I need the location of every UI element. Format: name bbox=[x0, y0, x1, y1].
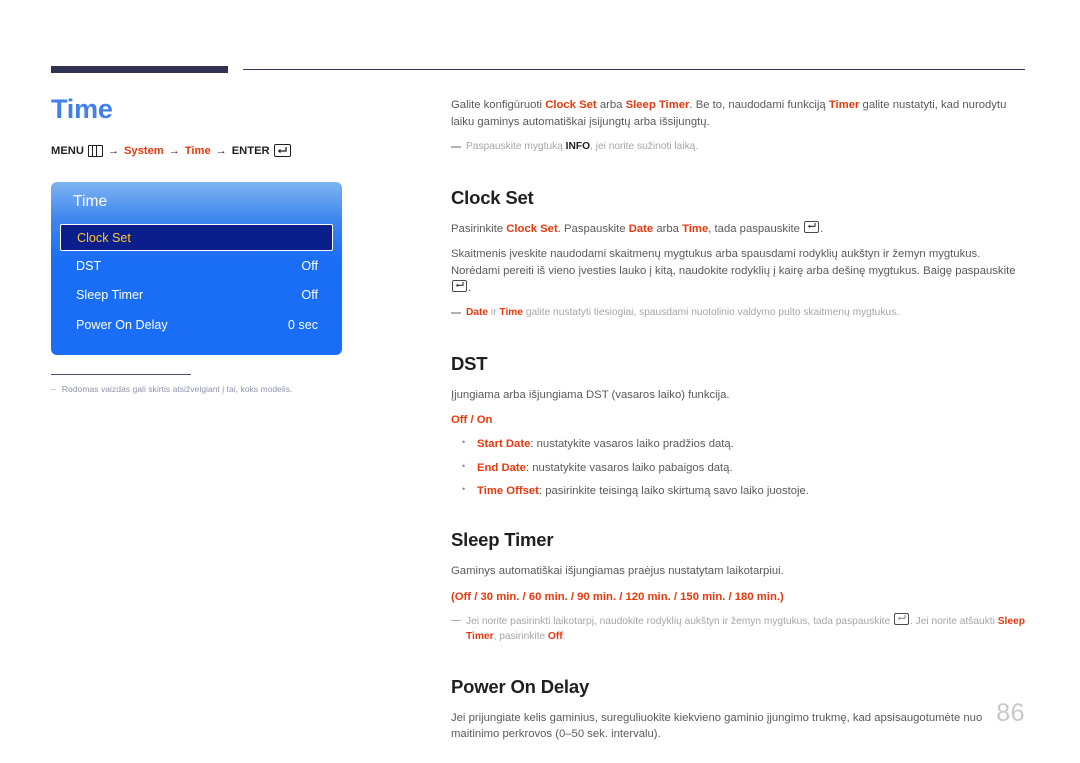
dst-bullet-term: Start Date bbox=[477, 437, 531, 450]
cs-note-term-time: Time bbox=[499, 307, 524, 319]
breadcrumb-enter-label: ENTER bbox=[231, 144, 270, 157]
st-note-f: . bbox=[562, 630, 566, 642]
intro-text-c: arba bbox=[596, 99, 626, 111]
cs-term-time: Time bbox=[682, 222, 709, 235]
cs2-text-a: Skaitmenis įveskite naudodami skaitmenų … bbox=[451, 248, 1016, 277]
st-note-a: Jei norite pasirinkti laikotarpį, naudok… bbox=[466, 615, 893, 627]
dst-bullet-term: End Date bbox=[477, 461, 526, 474]
intro-paragraph: Galite konfigūruoti Clock Set arba Sleep… bbox=[451, 97, 1025, 130]
intro-note-term-info: INFO bbox=[565, 141, 591, 153]
osd-title: Time bbox=[73, 193, 108, 210]
breadcrumb: MENU → System → Time → ENTER bbox=[51, 144, 411, 158]
osd-row-label: Power On Delay bbox=[76, 317, 168, 332]
intro-text-d: . Be to, naudodami funkciją bbox=[689, 99, 829, 111]
breadcrumb-arrow-2: → bbox=[168, 144, 180, 157]
left-note-divider bbox=[51, 374, 191, 376]
intro-text-a: Galite konfigūruoti bbox=[451, 99, 546, 111]
intro-term-timer: Timer bbox=[828, 99, 860, 111]
enter-key-icon bbox=[804, 220, 820, 233]
list-item: End Date: nustatykite vasaros laiko paba… bbox=[451, 460, 1025, 477]
dst-paragraph-1: Įjungiama arba išjungiama DST (vasaros l… bbox=[451, 388, 730, 401]
cs-note-a: ir bbox=[488, 307, 500, 319]
sleep-timer-note: Jei norite pasirinkti laikotarpį, naudok… bbox=[451, 612, 1025, 644]
right-column: Galite konfigūruoti Clock Set arba Sleep… bbox=[451, 97, 1025, 752]
cs-note-c: galite nustatyti tiesiogiai, spausdami n… bbox=[523, 307, 900, 319]
dst-bullet-desc: : nustatykite vasaros laiko pradžios dat… bbox=[530, 437, 734, 450]
menu-grid-icon bbox=[87, 144, 103, 157]
clock-set-paragraph-1: Pasirinkite Clock Set. Paspauskite Date … bbox=[451, 220, 1025, 238]
sleep-timer-paragraph-1: Gaminys automatiškai išjungiamas praėjus… bbox=[451, 565, 784, 578]
section-heading-sleep-timer: Sleep Timer bbox=[451, 529, 554, 551]
enter-key-icon bbox=[893, 612, 909, 625]
cs2-text-b: . bbox=[468, 281, 472, 294]
section-heading-clock-set: Clock Set bbox=[451, 186, 534, 208]
cs-term-date: Date bbox=[628, 222, 654, 235]
osd-row-label: DST bbox=[76, 258, 102, 273]
cs-text-f: . bbox=[820, 222, 824, 235]
power-on-delay-paragraph-1: Jei prijungiate kelis gaminius, sureguli… bbox=[451, 711, 983, 741]
page-number: 86 bbox=[996, 699, 1025, 727]
osd-row-value: Off bbox=[301, 288, 318, 303]
cs-text-e: , tada paspauskite bbox=[708, 222, 804, 235]
sleep-timer-options: (Off / 30 min. / 60 min. / 90 min. / 120… bbox=[451, 591, 784, 604]
dst-options: Off / On bbox=[451, 414, 493, 427]
osd-menu-panel: Time Clock Set DST Off Sleep Timer Off P… bbox=[51, 182, 342, 355]
breadcrumb-item-time: Time bbox=[184, 144, 211, 157]
osd-row-value: Off bbox=[301, 258, 318, 273]
list-item: Start Date: nustatykite vasaros laiko pr… bbox=[451, 436, 1025, 453]
clock-set-note: Date ir Time galite nustatyti tiesiogiai… bbox=[451, 305, 1025, 320]
st-note-b: . Jei norite atšaukti bbox=[909, 615, 998, 627]
header-divider-line bbox=[243, 69, 1025, 70]
osd-row-label: Sleep Timer bbox=[76, 288, 144, 303]
left-footnote-dash: – bbox=[51, 384, 56, 394]
dst-bullet-desc: : nustatykite vasaros laiko pabaigos dat… bbox=[525, 461, 733, 474]
cs-text-d: arba bbox=[653, 222, 683, 235]
dst-bullet-term: Time Offset bbox=[477, 485, 539, 498]
header-rules bbox=[0, 0, 1080, 80]
osd-row-dst[interactable]: DST Off bbox=[51, 251, 342, 281]
osd-row-label: Clock Set bbox=[77, 230, 131, 245]
breadcrumb-arrow-3: → bbox=[215, 144, 227, 157]
cs-term-clock-set: Clock Set bbox=[506, 222, 558, 235]
left-footnote: – Rodomas vaizdas gali skirtis atsižvelg… bbox=[51, 383, 381, 395]
page-title: Time bbox=[51, 94, 113, 124]
left-column: Time MENU → System → Time → ENTER bbox=[51, 94, 411, 158]
intro-term-sleep-timer: Sleep Timer bbox=[625, 99, 690, 111]
header-accent-bar bbox=[51, 66, 228, 73]
osd-row-clock-set[interactable]: Clock Set bbox=[60, 224, 333, 251]
intro-note-c: , jei norite sužinoti laiką. bbox=[590, 141, 699, 153]
enter-key-icon bbox=[273, 144, 291, 158]
st-note-term-off: Off bbox=[547, 630, 563, 642]
intro-term-clock-set: Clock Set bbox=[545, 99, 597, 111]
section-heading-power-on-delay: Power On Delay bbox=[451, 675, 590, 697]
intro-note: Paspauskite mygtuką INFO, jei norite suž… bbox=[451, 139, 1025, 154]
enter-key-icon bbox=[452, 279, 467, 292]
list-item: Time Offset: pasirinkite teisingą laiko … bbox=[451, 483, 1025, 500]
cs-text-a: Pasirinkite bbox=[451, 222, 507, 235]
breadcrumb-item-system: System bbox=[123, 144, 164, 157]
cs-note-term-date: Date bbox=[466, 307, 489, 319]
clock-set-paragraph-2: Skaitmenis įveskite naudodami skaitmenų … bbox=[451, 246, 1025, 296]
osd-row-list: Clock Set DST Off Sleep Timer Off Power … bbox=[51, 224, 342, 340]
section-heading-dst: DST bbox=[451, 352, 488, 374]
st-note-d: , pasirinkite bbox=[493, 630, 548, 642]
breadcrumb-arrow-1: → bbox=[107, 144, 119, 157]
intro-note-a: Paspauskite mygtuką bbox=[466, 141, 566, 153]
cs-text-c: . Paspauskite bbox=[557, 222, 629, 235]
dst-bullet-list: Start Date: nustatykite vasaros laiko pr… bbox=[451, 436, 1025, 501]
osd-row-value: 0 sec bbox=[287, 317, 318, 332]
dst-bullet-desc: : pasirinkite teisingą laiko skirtumą sa… bbox=[538, 485, 809, 498]
osd-row-power-on-delay[interactable]: Power On Delay 0 sec bbox=[51, 310, 342, 340]
breadcrumb-menu-label: MENU bbox=[51, 144, 84, 157]
left-footnote-text: Rodomas vaizdas gali skirtis atsižvelgia… bbox=[61, 384, 293, 394]
osd-row-sleep-timer[interactable]: Sleep Timer Off bbox=[51, 281, 342, 311]
